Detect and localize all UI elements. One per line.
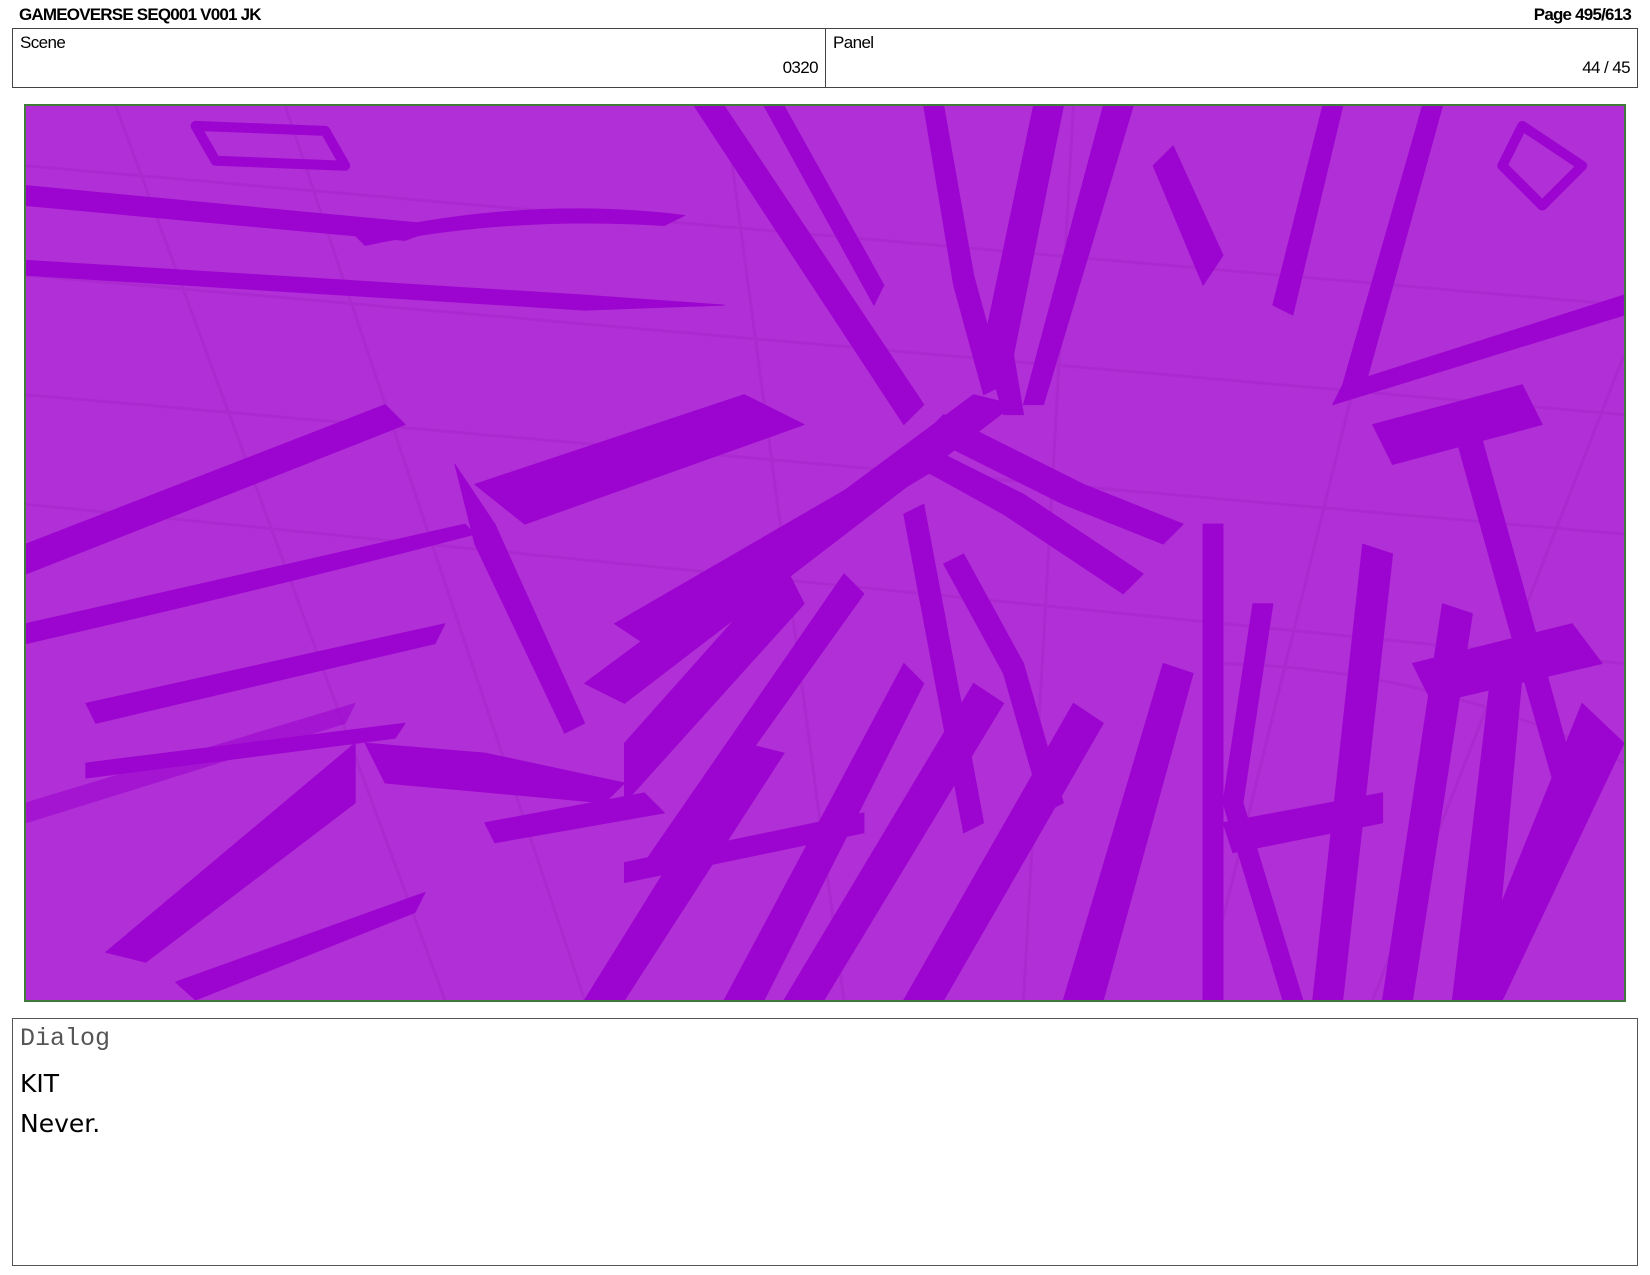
panel-label: Panel — [833, 33, 874, 52]
storyboard-panel-image — [24, 104, 1626, 1002]
page-number: Page 495/613 — [1533, 5, 1632, 24]
dialog-box: Dialog KIT Never. — [12, 1018, 1638, 1266]
dialog-line: Never. — [20, 1109, 101, 1138]
scene-cell: Scene 0320 — [13, 29, 826, 87]
panel-cell: Panel 44 / 45 — [826, 29, 1637, 87]
sketch-drawing-icon — [26, 106, 1624, 1000]
scene-panel-info: Scene 0320 Panel 44 / 45 — [12, 28, 1638, 88]
document-title: GAMEOVERSE SEQ001 V001 JK — [19, 5, 262, 24]
scene-label: Scene — [20, 33, 66, 52]
dialog-label: Dialog — [20, 1024, 111, 1053]
panel-number: 44 / 45 — [1582, 58, 1630, 77]
scene-number: 0320 — [782, 58, 819, 77]
dialog-character-name: KIT — [20, 1069, 60, 1098]
